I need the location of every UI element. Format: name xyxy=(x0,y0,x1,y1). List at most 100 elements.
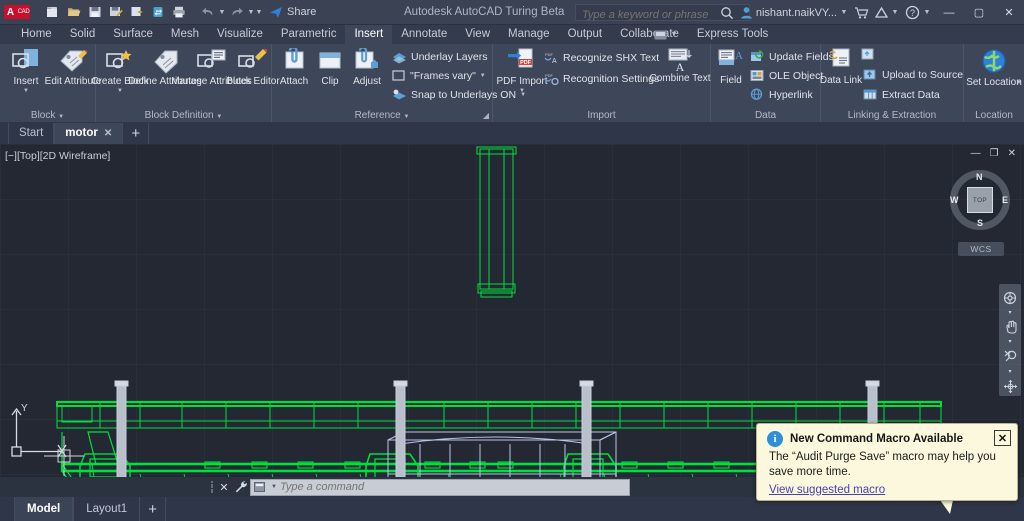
recognition-settings-button[interactable]: PDF Recognition Settings xyxy=(541,70,661,87)
view-cube-top-face[interactable]: TOP xyxy=(967,187,993,213)
window-maximize-button[interactable]: ▢ xyxy=(964,0,994,25)
save-icon[interactable] xyxy=(85,2,106,23)
attach-button[interactable]: Attach xyxy=(274,46,314,88)
zoom-dropdown-icon[interactable]: ▾ xyxy=(1008,370,1011,374)
field-button[interactable]: A Field xyxy=(714,46,748,87)
panel-title-block[interactable]: Block ▼ xyxy=(0,110,95,121)
viewport-minimize-icon[interactable]: — xyxy=(971,148,981,159)
panel-title-block-definition[interactable]: Block Definition ▼ xyxy=(96,110,271,121)
pan-dropdown-icon[interactable]: ▾ xyxy=(1008,340,1011,344)
command-dropdown-icon[interactable]: ▼ xyxy=(271,484,277,490)
frames-vary-dropdown-icon[interactable]: ▼ xyxy=(480,73,486,79)
user-account-menu[interactable]: nishant.naikVY... ▼ xyxy=(737,0,851,25)
command-input-box[interactable]: ▼ xyxy=(250,479,630,496)
notification-close-button[interactable]: ✕ xyxy=(994,430,1011,446)
notification-link[interactable]: View suggested macro xyxy=(769,484,885,496)
customize-qat-icon[interactable]: ▼ xyxy=(255,9,263,16)
block-editor-button[interactable]: Block Editor xyxy=(235,46,271,88)
panel-title-import[interactable]: Import xyxy=(493,110,710,121)
help-dropdown-icon[interactable]: ▼ xyxy=(923,9,931,16)
ribbon-tab-home[interactable]: Home xyxy=(12,25,61,44)
steering-wheel-icon[interactable] xyxy=(1000,288,1020,308)
redo-icon[interactable] xyxy=(226,2,247,23)
ribbon-tab-output[interactable]: Output xyxy=(559,25,612,44)
command-input[interactable] xyxy=(280,481,629,493)
viewport-restore-icon[interactable]: ❐ xyxy=(990,148,999,159)
customize-wrench-icon[interactable] xyxy=(232,478,250,496)
panel-title-data[interactable]: Data xyxy=(711,110,820,121)
command-line-grip[interactable] xyxy=(208,480,216,494)
layout-tab-layout1[interactable]: Layout1 xyxy=(73,497,140,521)
steering-wheel-dropdown-icon[interactable]: ▾ xyxy=(1008,311,1011,315)
frames-vary-button[interactable]: "Frames vary" ▼ xyxy=(390,67,488,84)
ribbon-tab-annotate[interactable]: Annotate xyxy=(392,25,456,44)
adjust-button[interactable]: Adjust xyxy=(346,46,388,88)
new-file-icon[interactable] xyxy=(43,2,64,23)
wcs-selector[interactable]: WCS xyxy=(958,242,1004,256)
ribbon-options-dropdown-icon[interactable]: ▼ xyxy=(670,31,678,38)
clip-button[interactable]: Clip xyxy=(314,46,346,88)
recognize-shx-text-button[interactable]: PDFA Recognize SHX Text xyxy=(541,49,661,66)
ribbon-tab-manage[interactable]: Manage xyxy=(499,25,559,44)
view-cube[interactable]: TOP N S W E xyxy=(944,164,1016,236)
set-location-button[interactable]: Set Location xyxy=(970,46,1018,89)
panel-title-location[interactable]: Location xyxy=(964,110,1024,121)
ribbon-display-options[interactable]: ▼ xyxy=(648,25,684,44)
drawing-tab-start[interactable]: Start xyxy=(8,123,54,144)
upload-to-source-button[interactable]: Upload to Source xyxy=(861,66,965,83)
undo-dropdown-icon[interactable]: ▼ xyxy=(218,9,226,16)
ribbon-tab-mesh[interactable]: Mesh xyxy=(162,25,208,44)
pan-icon[interactable] xyxy=(1000,318,1020,338)
panel-title-reference[interactable]: Reference ▼ xyxy=(272,110,492,121)
set-location-dropdown-icon[interactable]: ▼ xyxy=(1016,80,1022,86)
combine-text-button[interactable]: A Combine Text xyxy=(658,46,702,85)
plot-preview-icon[interactable] xyxy=(127,2,148,23)
open-folder-icon[interactable] xyxy=(64,2,85,23)
sync-icon[interactable] xyxy=(148,2,169,23)
window-close-button[interactable]: ✕ xyxy=(994,0,1024,25)
view-cube-south-label[interactable]: S xyxy=(977,218,983,228)
ribbon-tab-view[interactable]: View xyxy=(456,25,499,44)
undo-icon[interactable] xyxy=(197,2,218,23)
view-cube-north-label[interactable]: N xyxy=(976,172,983,182)
edit-attribute-button[interactable]: Edit Attribute xyxy=(50,46,96,88)
orbit-icon[interactable] xyxy=(1000,377,1020,397)
ribbon-tab-visualize[interactable]: Visualize xyxy=(208,25,272,44)
new-layout-button[interactable]: + xyxy=(140,497,166,521)
help-icon[interactable]: ? ▼ xyxy=(902,0,934,25)
viewport-close-icon[interactable]: ✕ xyxy=(1008,148,1016,159)
pdf-import-dropdown-icon[interactable]: ▼ xyxy=(519,88,525,94)
search-icon[interactable] xyxy=(717,0,737,25)
extract-data-button[interactable]: Extract Data xyxy=(861,86,942,103)
cart-icon[interactable] xyxy=(851,0,872,25)
insert-button[interactable]: Insert ▼ xyxy=(4,46,48,94)
create-block-dropdown-icon[interactable]: ▼ xyxy=(117,88,123,94)
viewport-config-label[interactable]: [−][Top][2D Wireframe] xyxy=(5,150,110,162)
underlay-layers-button[interactable]: Underlay Layers xyxy=(390,48,489,65)
command-line-close-icon[interactable]: ✕ xyxy=(216,478,232,496)
ribbon-tab-express-tools[interactable]: Express Tools xyxy=(688,25,777,44)
panel-title-linking[interactable]: Linking & Extraction xyxy=(821,110,963,121)
autodesk-dropdown-icon[interactable]: ▼ xyxy=(891,9,899,16)
close-icon[interactable]: ✕ xyxy=(104,123,112,144)
user-dropdown-icon[interactable]: ▼ xyxy=(840,9,848,16)
layout-tab-model[interactable]: Model xyxy=(14,497,73,521)
ribbon-tab-solid[interactable]: Solid xyxy=(61,25,105,44)
drawing-tab-motor[interactable]: motor ✕ xyxy=(54,123,123,144)
window-minimize-button[interactable]: — xyxy=(934,0,964,25)
ribbon-tab-surface[interactable]: Surface xyxy=(104,25,162,44)
new-drawing-tab-button[interactable]: + xyxy=(123,123,149,144)
share-button[interactable]: Share xyxy=(269,6,316,19)
print-icon[interactable] xyxy=(169,2,190,23)
redo-dropdown-icon[interactable]: ▼ xyxy=(247,9,255,16)
data-link-button[interactable]: Data Link xyxy=(824,46,858,87)
view-cube-east-label[interactable]: E xyxy=(1002,195,1008,205)
save-as-icon[interactable] xyxy=(106,2,127,23)
reference-panel-dialog-launcher[interactable]: ◢ xyxy=(483,111,489,120)
ribbon-tab-insert[interactable]: Insert xyxy=(345,25,392,44)
hyperlink-button[interactable]: Hyperlink xyxy=(748,86,815,103)
zoom-icon[interactable] xyxy=(1000,347,1020,367)
ole-object-button[interactable]: OLE Object xyxy=(748,67,825,84)
view-cube-west-label[interactable]: W xyxy=(950,195,959,205)
autodesk-icon[interactable]: ▼ xyxy=(872,0,902,25)
